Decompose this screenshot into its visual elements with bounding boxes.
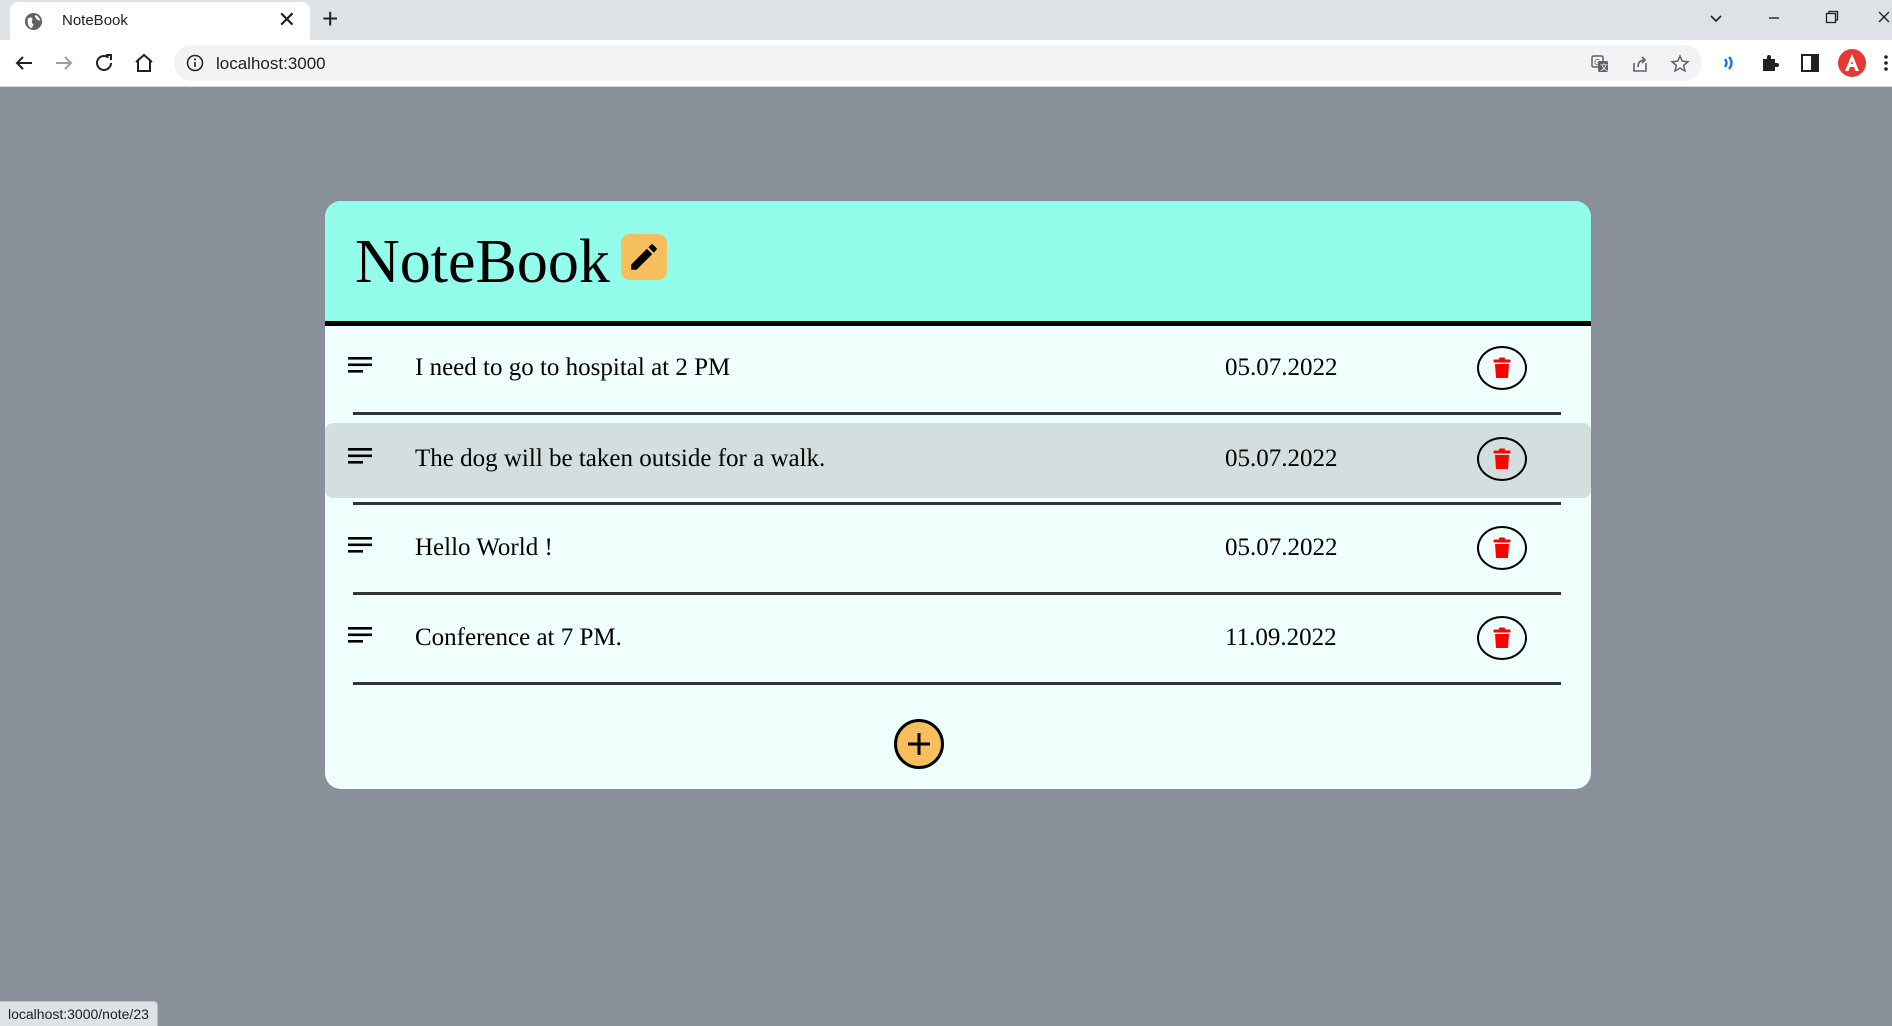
window-close-icon[interactable] (1876, 9, 1892, 25)
new-tab-button[interactable]: + (322, 4, 338, 34)
bookmark-star-icon[interactable] (1670, 54, 1690, 74)
extensions-puzzle-icon[interactable] (1758, 51, 1782, 75)
trash-icon (1493, 357, 1511, 378)
text-lines-icon (348, 537, 372, 553)
row-divider (353, 502, 1561, 505)
note-text: The dog will be taken outside for a walk… (415, 445, 826, 472)
note-row[interactable]: Hello World ! 05.07.2022 (325, 506, 1591, 594)
trash-icon (1493, 537, 1511, 558)
back-arrow-icon[interactable] (12, 51, 36, 75)
notebook-card: NoteBook I need to go to hospital at 2 P… (325, 201, 1591, 789)
delete-button[interactable] (1477, 437, 1527, 481)
close-tab-icon[interactable]: ✕ (278, 8, 296, 32)
share-icon[interactable] (1630, 54, 1650, 74)
text-lines-icon (348, 627, 372, 643)
delete-button[interactable] (1477, 346, 1527, 390)
status-url-bar: localhost:3000/note/23 (0, 1001, 158, 1026)
note-text: Conference at 7 PM. (415, 624, 622, 651)
translate-icon[interactable]: G 文 (1590, 54, 1610, 74)
address-bar[interactable]: localhost:3000 G 文 (174, 45, 1702, 81)
note-row[interactable]: I need to go to hospital at 2 PM 05.07.2… (325, 326, 1591, 414)
page-title: NoteBook (355, 228, 610, 296)
url-text: localhost:3000 (216, 54, 326, 73)
plus-icon (908, 733, 930, 755)
note-text: Hello World ! (415, 534, 553, 561)
note-date: 05.07.2022 (1225, 445, 1338, 472)
menu-dots-icon[interactable] (1880, 51, 1892, 75)
browser-tabstrip: NoteBook ✕ + (0, 0, 1892, 40)
tab-search-icon[interactable] (1708, 10, 1724, 26)
delete-button[interactable] (1477, 616, 1527, 660)
svg-text:文: 文 (1600, 62, 1608, 72)
note-row[interactable]: The dog will be taken outside for a walk… (325, 423, 1591, 498)
minimize-icon[interactable] (1766, 10, 1782, 26)
notebook-header: NoteBook (325, 201, 1591, 326)
trash-icon (1493, 448, 1511, 469)
home-icon[interactable] (132, 51, 156, 75)
row-divider (353, 592, 1561, 595)
text-lines-icon (348, 357, 372, 373)
reload-icon[interactable] (92, 51, 116, 75)
site-info-icon[interactable] (186, 54, 204, 72)
restore-icon[interactable] (1824, 9, 1840, 25)
delete-button[interactable] (1477, 526, 1527, 570)
globe-icon (24, 12, 43, 31)
browser-toolbar: localhost:3000 G 文 (0, 40, 1892, 87)
note-text: I need to go to hospital at 2 PM (415, 354, 731, 381)
note-date: 05.07.2022 (1225, 354, 1338, 381)
row-divider (353, 412, 1561, 415)
text-lines-icon (348, 448, 372, 464)
note-date: 05.07.2022 (1225, 534, 1338, 561)
tab-title: NoteBook (62, 12, 128, 29)
note-row[interactable]: Conference at 7 PM. 11.09.2022 (325, 596, 1591, 684)
trash-icon (1493, 627, 1511, 648)
add-note-button[interactable] (894, 719, 944, 769)
pencil-icon (631, 244, 657, 270)
profile-avatar-icon[interactable] (1837, 48, 1867, 78)
forward-arrow-icon[interactable] (52, 51, 76, 75)
browser-tab[interactable]: NoteBook ✕ (10, 2, 310, 40)
note-date: 11.09.2022 (1225, 624, 1337, 651)
side-panel-icon[interactable] (1798, 51, 1822, 75)
extension-signal-icon[interactable] (1718, 51, 1742, 75)
row-divider (353, 682, 1561, 685)
edit-button[interactable] (621, 234, 667, 280)
